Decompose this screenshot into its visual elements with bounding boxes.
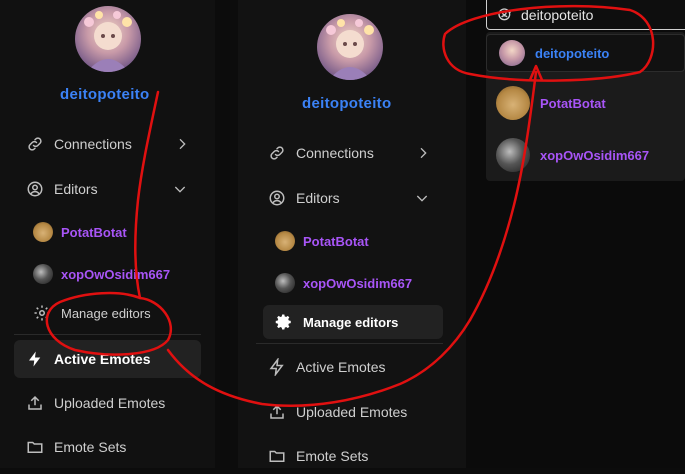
nav-active-emotes-label: Active Emotes <box>296 359 386 375</box>
profile-avatar[interactable] <box>75 6 141 72</box>
nav-editors-label: Editors <box>296 190 340 206</box>
result-avatar <box>496 86 530 120</box>
upload-icon <box>26 394 44 412</box>
editor-name: xopOwOsidim667 <box>61 266 171 282</box>
search-results-dropdown: deitopoteito PotatBotat xopOwOsidim667 <box>486 32 685 181</box>
nav-connections-label: Connections <box>54 136 132 152</box>
user-circle-icon <box>268 189 286 207</box>
editor-avatar <box>275 273 295 293</box>
lightning-icon <box>26 350 44 368</box>
divider <box>14 334 201 335</box>
editor-name: PotatBotat <box>61 224 127 240</box>
sidebar-panel-2: deitopoteito Connections Editors PotatBo… <box>238 0 466 468</box>
upload-icon <box>268 403 286 421</box>
search-result-item[interactable]: deitopoteito <box>486 40 685 66</box>
nav-manage-editors-label: Manage editors <box>61 305 151 321</box>
divider <box>256 343 443 344</box>
result-name: deitopoteito <box>535 45 610 61</box>
profile-avatar[interactable] <box>317 14 383 80</box>
nav-active-emotes-label: Active Emotes <box>54 351 151 367</box>
result-name: xopOwOsidim667 <box>540 147 650 163</box>
editor-name: PotatBotat <box>303 233 369 249</box>
editor-avatar <box>33 222 53 242</box>
search-result-item[interactable]: xopOwOsidim667 <box>486 138 685 172</box>
result-avatar <box>496 138 530 172</box>
nav-manage-editors[interactable]: Manage editors <box>275 304 398 340</box>
editor-avatar <box>275 231 295 251</box>
chevron-right-icon[interactable] <box>415 145 431 161</box>
editor-item[interactable]: xopOwOsidim667 <box>275 273 412 293</box>
sidebar-panel-1: deitopoteito Connections Editors PotatBo… <box>0 0 215 468</box>
nav-emote-sets[interactable]: Emote Sets <box>26 429 126 465</box>
editor-name: xopOwOsidim667 <box>303 275 413 291</box>
link-icon <box>268 144 286 162</box>
nav-editors[interactable]: Editors <box>26 171 98 207</box>
nav-active-emotes[interactable]: Active Emotes <box>268 349 385 385</box>
search-value: deitopoteito <box>521 6 594 23</box>
user-search-input[interactable]: deitopoteito <box>486 0 685 30</box>
nav-uploaded-emotes[interactable]: Uploaded Emotes <box>268 394 407 430</box>
editor-item[interactable]: PotatBotat <box>33 222 127 242</box>
nav-emote-sets-label: Emote Sets <box>296 448 369 464</box>
nav-editors[interactable]: Editors <box>268 180 340 216</box>
nav-connections-label: Connections <box>296 145 374 161</box>
search-result-item[interactable]: PotatBotat <box>486 86 685 120</box>
chevron-right-icon[interactable] <box>174 136 190 152</box>
nav-manage-editors-label: Manage editors <box>303 314 399 330</box>
user-circle-icon <box>26 180 44 198</box>
nav-uploaded-emotes[interactable]: Uploaded Emotes <box>26 385 165 421</box>
nav-editors-label: Editors <box>54 181 98 197</box>
nav-connections[interactable]: Connections <box>26 126 132 162</box>
editor-item[interactable]: xopOwOsidim667 <box>33 264 170 284</box>
result-name: PotatBotat <box>540 95 606 111</box>
username: deitopoteito <box>302 95 392 112</box>
nav-manage-editors[interactable]: Manage editors <box>33 295 151 331</box>
gear-icon <box>275 313 293 331</box>
user-search-icon <box>497 7 513 23</box>
gear-icon <box>33 304 51 322</box>
username: deitopoteito <box>60 86 150 103</box>
chevron-down-icon[interactable] <box>414 190 430 206</box>
lightning-icon <box>268 358 286 376</box>
folder-icon <box>268 447 286 465</box>
editor-avatar <box>33 264 53 284</box>
nav-uploaded-emotes-label: Uploaded Emotes <box>54 395 166 411</box>
link-icon <box>26 135 44 153</box>
chevron-down-icon[interactable] <box>172 181 188 197</box>
folder-icon <box>26 438 44 456</box>
nav-connections[interactable]: Connections <box>268 135 374 171</box>
nav-active-emotes[interactable]: Active Emotes <box>26 341 150 377</box>
nav-uploaded-emotes-label: Uploaded Emotes <box>296 404 408 420</box>
result-avatar <box>499 40 525 66</box>
nav-emote-sets-label: Emote Sets <box>54 439 127 455</box>
nav-emote-sets[interactable]: Emote Sets <box>268 438 368 474</box>
editor-item[interactable]: PotatBotat <box>275 231 369 251</box>
